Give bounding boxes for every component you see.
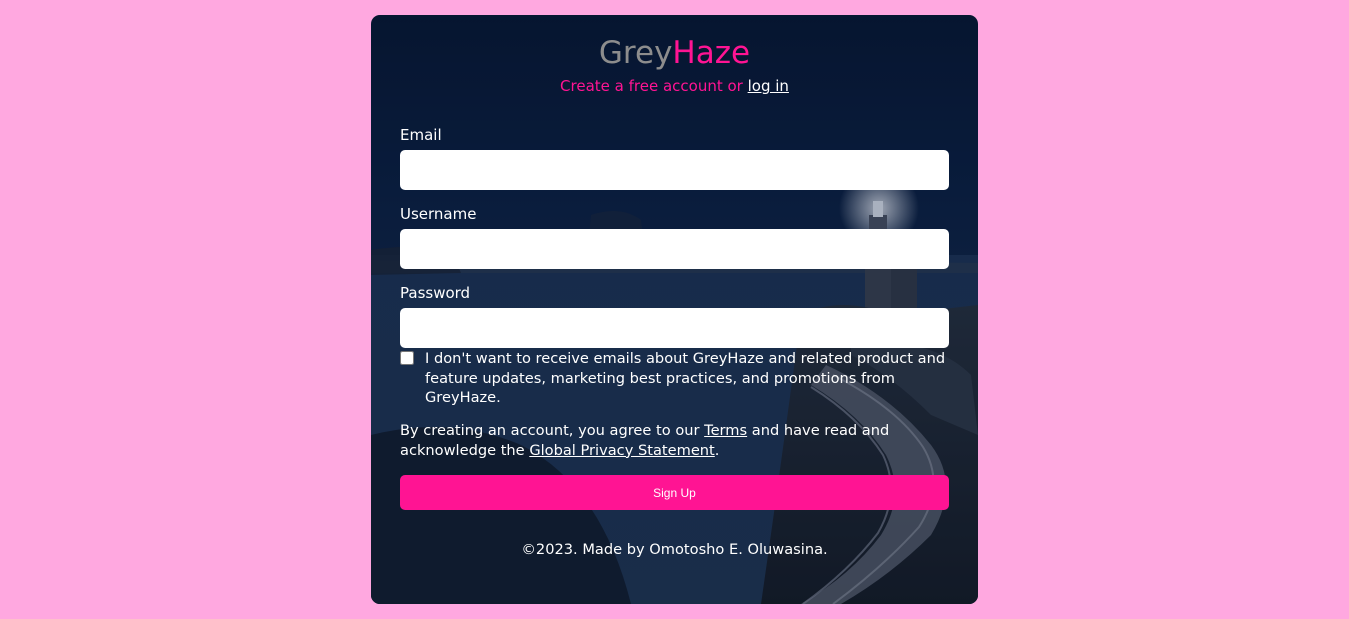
marketing-opt-out-checkbox[interactable] <box>400 351 414 365</box>
footer-credit: ©2023. Made by Omotosho E. Oluwasina. <box>521 541 828 558</box>
brand-name-grey: Grey <box>598 35 673 71</box>
subtitle: Create a free account or log in <box>400 76 949 96</box>
terms-link[interactable]: Terms <box>704 422 747 439</box>
subtitle-text: Create a free account or <box>560 77 743 95</box>
brand-name-haze: Haze <box>672 35 751 71</box>
username-label: Username <box>400 205 477 223</box>
password-label: Password <box>400 284 471 302</box>
terms-prefix: By creating an account, you agree to our <box>400 422 700 439</box>
brand-logo: GreyHaze <box>400 35 949 71</box>
signup-card: GreyHaze Create a free account or log in… <box>371 15 978 604</box>
privacy-statement-link[interactable]: Global Privacy Statement <box>529 442 714 459</box>
terms-suffix: . <box>714 441 720 459</box>
email-field[interactable] <box>400 150 949 190</box>
terms-notice: By creating an account, you agree to our… <box>400 421 949 460</box>
username-field[interactable] <box>400 229 949 269</box>
email-label: Email <box>400 126 442 144</box>
sign-up-button[interactable]: Sign Up <box>400 475 949 510</box>
login-link[interactable]: log in <box>748 77 789 95</box>
password-field[interactable] <box>400 308 949 348</box>
marketing-opt-out-label: I don't want to receive emails about Gre… <box>425 350 946 406</box>
